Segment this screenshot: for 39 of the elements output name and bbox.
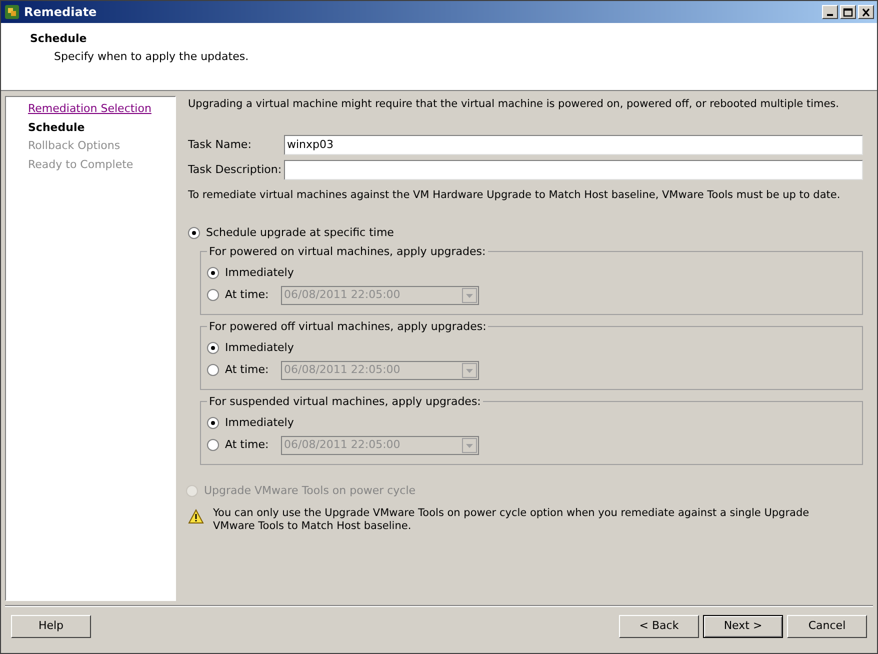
radio-label: Immediately xyxy=(225,340,294,356)
close-icon[interactable] xyxy=(858,5,874,19)
step-link[interactable]: Remediation Selection xyxy=(28,101,152,118)
radio-button[interactable] xyxy=(207,417,219,429)
radio-label: Upgrade VMware Tools on power cycle xyxy=(204,483,416,499)
radio-label: Schedule upgrade at specific time xyxy=(206,224,394,240)
warning-text: You can only use the Upgrade VMware Tools on power cycle option when you remediate against a single Upgrade VMware Tools to Match Host baseline. xyxy=(213,506,810,532)
page-subtitle: Specify when to apply the updates. xyxy=(53,48,250,64)
radio-label: Immediately xyxy=(225,264,294,281)
text-field[interactable]: winxp03 xyxy=(284,134,863,155)
page-title: Schedule xyxy=(30,31,88,47)
dialog-button[interactable]: Help xyxy=(11,614,91,638)
group-title: For powered on virtual machines, apply upgrades: xyxy=(207,244,488,260)
dialog-button[interactable]: Next > xyxy=(703,614,783,638)
radio-label: Immediately xyxy=(225,414,294,431)
radio-button[interactable] xyxy=(207,364,219,376)
radio-button[interactable] xyxy=(207,289,219,301)
app-icon xyxy=(4,4,20,20)
dialog-button[interactable]: < Back xyxy=(619,614,699,638)
step-link[interactable]: Schedule xyxy=(28,120,85,136)
note-text: To remediate virtual machines against the VM Hardware Upgrade to Match Host baseline, VMware Tools must be up to date. xyxy=(188,188,842,203)
radio-button[interactable] xyxy=(207,267,219,279)
radio-label: At time: xyxy=(225,362,270,378)
dialog-button[interactable]: Cancel xyxy=(787,614,867,638)
intro-text: Upgrading a virtual machine might require that the virtual machine is powered on, powered off, or rebooted multiple times. xyxy=(188,97,840,112)
group-title: For suspended virtual machines, apply upgrades: xyxy=(207,394,483,410)
warning-icon xyxy=(188,508,204,524)
radio-label: At time: xyxy=(225,286,270,303)
text-field[interactable] xyxy=(284,160,863,180)
radio-button[interactable] xyxy=(207,342,219,354)
radio-button[interactable] xyxy=(188,226,200,239)
field-label: Task Description: xyxy=(188,162,283,178)
radio-button[interactable] xyxy=(207,439,219,451)
radio-label: At time: xyxy=(225,436,270,453)
maximize-icon[interactable] xyxy=(840,5,856,19)
group-title: For powered off virtual machines, apply upgrades: xyxy=(207,319,488,336)
minimize-icon[interactable] xyxy=(822,5,838,19)
field-label: Task Name: xyxy=(188,136,252,152)
window-title: Remediate xyxy=(24,4,97,21)
